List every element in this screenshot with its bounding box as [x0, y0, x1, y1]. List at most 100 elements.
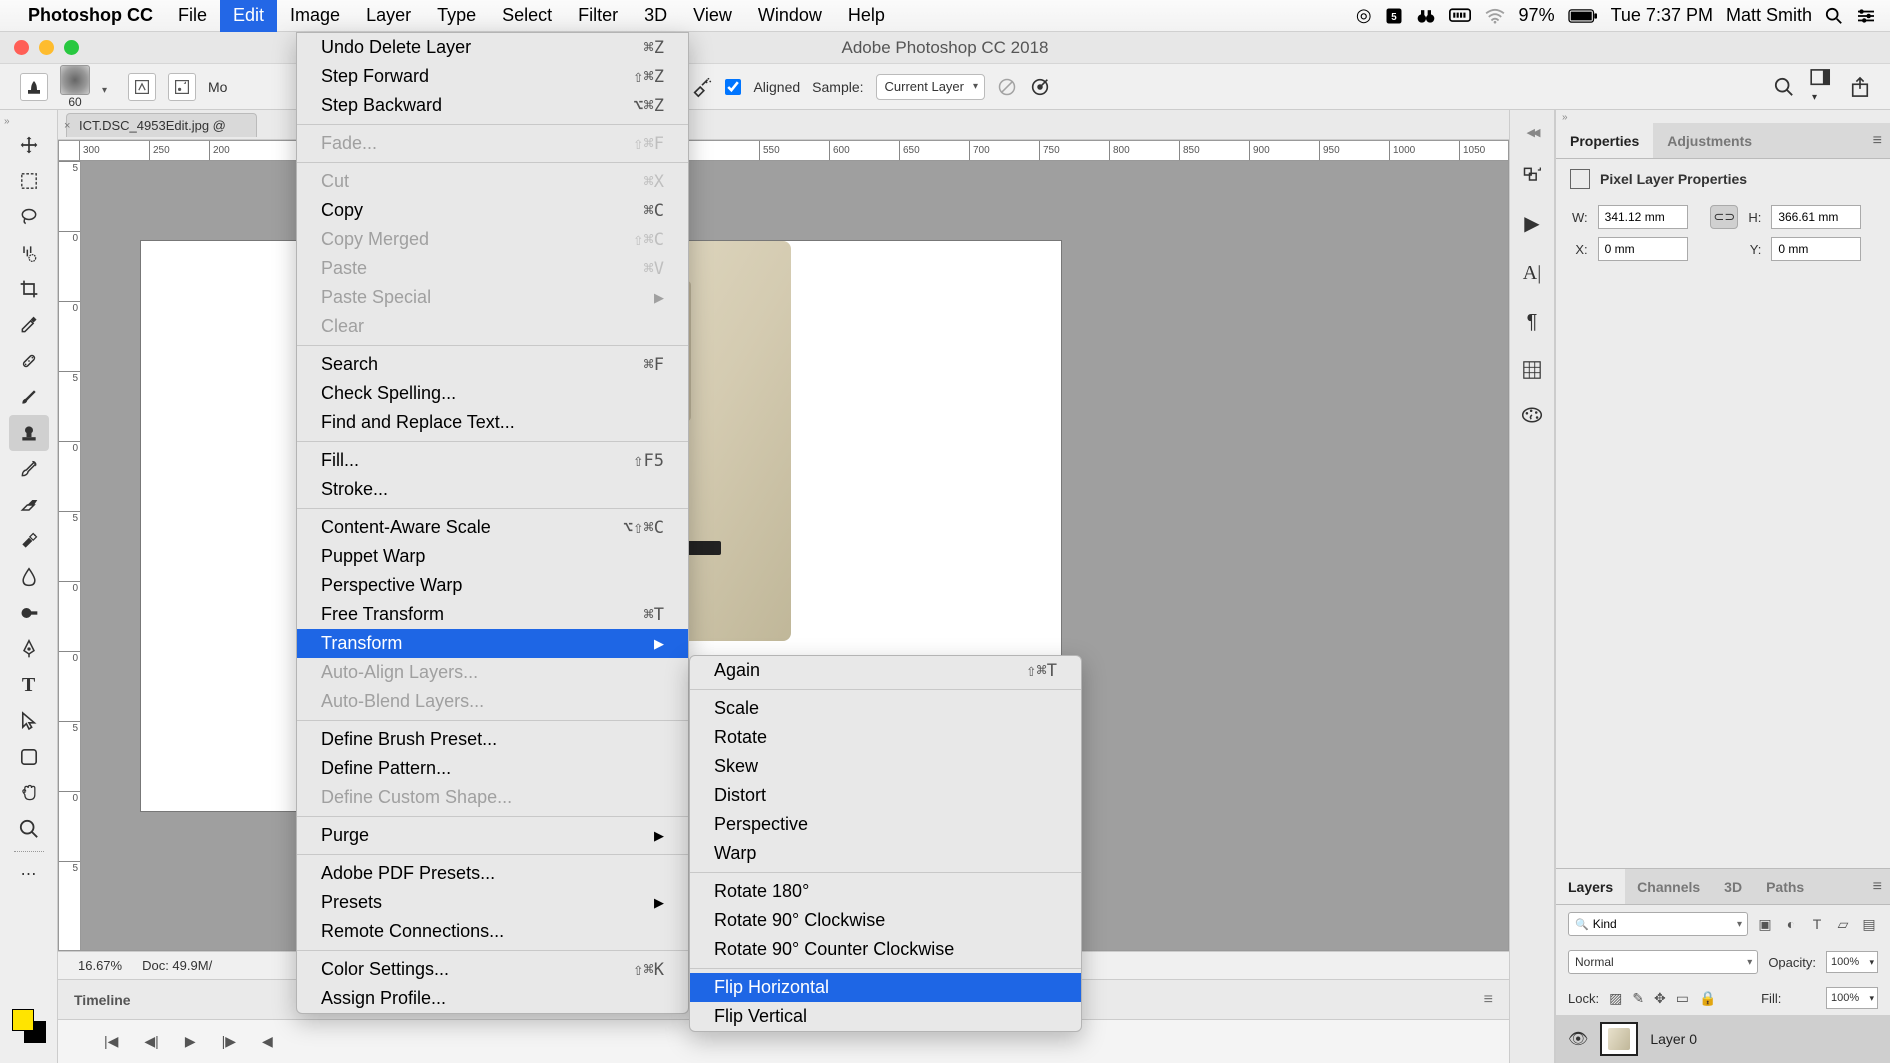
sample-select[interactable]: Current Layer: [876, 74, 985, 100]
document-tab[interactable]: ×ICT.DSC_4953Edit.jpg @: [66, 113, 257, 137]
h-input[interactable]: [1771, 205, 1861, 229]
brush-preview[interactable]: [60, 65, 90, 95]
pressure-icon[interactable]: [1029, 76, 1051, 98]
menu-item-transform[interactable]: Transform▶: [297, 629, 688, 658]
dodge-tool[interactable]: [9, 595, 49, 631]
filter-pixel-icon[interactable]: ▣: [1756, 915, 1774, 933]
first-frame-icon[interactable]: |◀: [104, 1033, 118, 1050]
spotlight-icon[interactable]: [1825, 7, 1843, 25]
filter-shape-icon[interactable]: ▱: [1834, 915, 1852, 933]
menu-item-skew[interactable]: Skew: [690, 752, 1081, 781]
tab-channels[interactable]: Channels: [1625, 869, 1712, 904]
blend-mode-select[interactable]: Normal: [1568, 950, 1758, 974]
layer-thumbnail[interactable]: [1600, 1022, 1638, 1056]
color-swatches[interactable]: [12, 1009, 46, 1043]
lock-paint-icon[interactable]: ✎: [1632, 990, 1644, 1007]
expand-panels-icon[interactable]: ◀◀: [1527, 126, 1538, 139]
tab-layers[interactable]: Layers: [1556, 869, 1625, 904]
link-wh-icon[interactable]: ⊂⊃: [1710, 205, 1738, 229]
menu-item-perspective-warp[interactable]: Perspective Warp: [297, 571, 688, 600]
x-input[interactable]: [1598, 237, 1688, 261]
clone-source-toggle[interactable]: [168, 73, 196, 101]
menu-type[interactable]: Type: [424, 0, 489, 32]
history-brush-tool[interactable]: [9, 451, 49, 487]
layers-menu-icon[interactable]: ≡: [1873, 878, 1882, 896]
menu-item-scale[interactable]: Scale: [690, 694, 1081, 723]
play-icon[interactable]: ▶: [185, 1033, 196, 1050]
filter-kind-select[interactable]: Kind: [1568, 912, 1748, 936]
menu-item-stroke[interactable]: Stroke...: [297, 475, 688, 504]
menu-item-rotate-180[interactable]: Rotate 180°: [690, 877, 1081, 906]
menu-item-puppet-warp[interactable]: Puppet Warp: [297, 542, 688, 571]
stamp-tool[interactable]: [9, 415, 49, 451]
foreground-color[interactable]: [12, 1009, 34, 1031]
move-tool[interactable]: [9, 127, 49, 163]
zoom-value[interactable]: 16.67%: [78, 958, 122, 973]
lock-position-icon[interactable]: ✥: [1654, 990, 1666, 1007]
menu-item-rotate[interactable]: Rotate: [690, 723, 1081, 752]
menu-item-free-transform[interactable]: Free Transform⌘T: [297, 600, 688, 629]
menu-item-check-spelling[interactable]: Check Spelling...: [297, 379, 688, 408]
pen-tool[interactable]: [9, 631, 49, 667]
menu-item-rotate-90-clockwise[interactable]: Rotate 90° Clockwise: [690, 906, 1081, 935]
hand-tool[interactable]: [9, 775, 49, 811]
horizontal-ruler[interactable]: 3002502005506006507007508008509009501000…: [59, 141, 1508, 161]
color-panel-icon[interactable]: [1521, 406, 1543, 424]
cc-status-icon[interactable]: ◎: [1356, 5, 1372, 26]
control-center-icon[interactable]: [1856, 8, 1876, 24]
menu-edit[interactable]: Edit: [220, 0, 277, 32]
menu-item-rotate-90-counter-clockwise[interactable]: Rotate 90° Counter Clockwise: [690, 935, 1081, 964]
menu-item-flip-vertical[interactable]: Flip Vertical: [690, 1002, 1081, 1031]
binoculars-icon[interactable]: [1416, 7, 1436, 25]
prev-frame-icon[interactable]: ◀|: [144, 1033, 158, 1050]
current-tool-icon[interactable]: [20, 73, 48, 101]
timeline-menu-icon[interactable]: ≡: [1484, 991, 1493, 1009]
y-input[interactable]: [1771, 237, 1861, 261]
menu-item-copy[interactable]: Copy⌘C: [297, 196, 688, 225]
menu-item-define-pattern[interactable]: Define Pattern...: [297, 754, 688, 783]
panel-menu-icon[interactable]: ≡: [1873, 132, 1882, 150]
lock-transparency-icon[interactable]: ▨: [1609, 990, 1622, 1007]
next-frame-icon[interactable]: |▶: [222, 1033, 236, 1050]
zoom-window[interactable]: [64, 40, 79, 55]
eyedropper-tool[interactable]: [9, 307, 49, 343]
lasso-tool[interactable]: [9, 199, 49, 235]
menu-item-content-aware-scale[interactable]: Content-Aware Scale⌥⇧⌘C: [297, 513, 688, 542]
collapse-tools-icon[interactable]: »: [4, 116, 10, 127]
battery-icon[interactable]: [1568, 9, 1598, 23]
crop-tool[interactable]: [9, 271, 49, 307]
opacity-input[interactable]: 100%: [1826, 951, 1878, 973]
screenmode-icon[interactable]: ▾: [1810, 69, 1834, 104]
aligned-checkbox[interactable]: [725, 79, 741, 95]
menu-item-presets[interactable]: Presets▶: [297, 888, 688, 917]
blur-tool[interactable]: [9, 559, 49, 595]
visibility-icon[interactable]: 👁: [1568, 1029, 1588, 1049]
menu-item-flip-horizontal[interactable]: Flip Horizontal: [690, 973, 1081, 1002]
shape-tool[interactable]: [9, 739, 49, 775]
close-tab-icon[interactable]: ×: [64, 120, 70, 132]
vertical-ruler[interactable]: 50050500505: [59, 161, 81, 950]
menu-item-adobe-pdf-presets[interactable]: Adobe PDF Presets...: [297, 859, 688, 888]
healing-tool[interactable]: [9, 343, 49, 379]
minimize-window[interactable]: [39, 40, 54, 55]
fill-input[interactable]: 100%: [1826, 987, 1878, 1009]
menu-item-step-backward[interactable]: Step Backward⌥⌘Z: [297, 91, 688, 120]
filter-adjust-icon[interactable]: ◐: [1782, 915, 1800, 933]
filter-type-icon[interactable]: T: [1808, 915, 1826, 933]
doc-info[interactable]: Doc: 49.9M/: [142, 958, 212, 973]
eraser-tool[interactable]: [9, 487, 49, 523]
ignore-adj-icon[interactable]: [997, 77, 1017, 97]
html5-icon[interactable]: 5: [1385, 7, 1403, 25]
tab-3d[interactable]: 3D: [1712, 869, 1754, 904]
filter-smart-icon[interactable]: ▤: [1860, 915, 1878, 933]
menu-item-assign-profile[interactable]: Assign Profile...: [297, 984, 688, 1013]
menu-select[interactable]: Select: [489, 0, 565, 32]
brush-tool[interactable]: [9, 379, 49, 415]
tab-properties[interactable]: Properties: [1556, 123, 1653, 158]
menu-item-find-and-replace-text[interactable]: Find and Replace Text...: [297, 408, 688, 437]
menu-layer[interactable]: Layer: [353, 0, 424, 32]
mute-icon[interactable]: ◀: [262, 1033, 273, 1050]
menu-item-undo-delete-layer[interactable]: Undo Delete Layer⌘Z: [297, 33, 688, 62]
menu-window[interactable]: Window: [745, 0, 835, 32]
character-panel-icon[interactable]: A|: [1523, 262, 1541, 285]
